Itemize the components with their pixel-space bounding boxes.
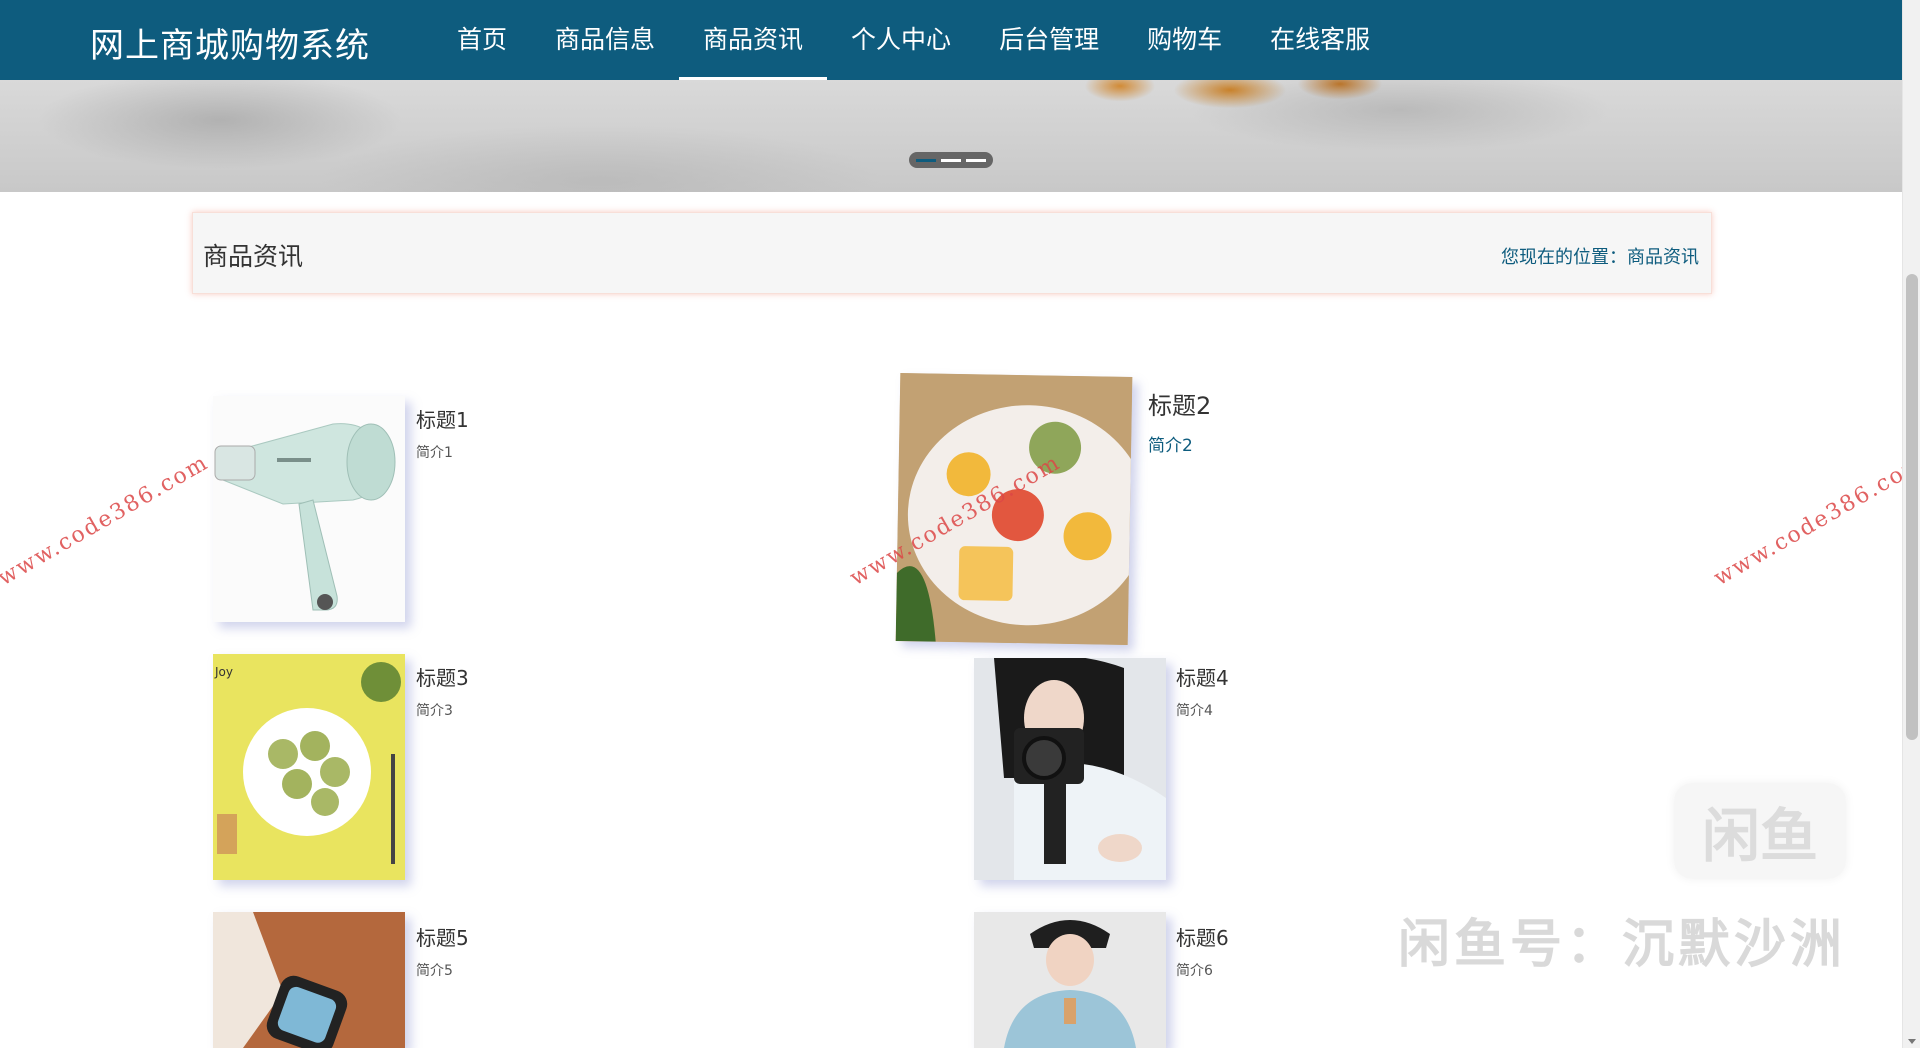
matcha-cookies-image[interactable]: Joy (213, 654, 405, 880)
hair-dryer-graphic (213, 396, 405, 622)
news-summary: 简介1 (416, 445, 453, 461)
news-summary: 简介5 (416, 963, 453, 979)
news-title[interactable]: 标题5 (416, 922, 469, 951)
scroll-down-arrow-icon[interactable] (1908, 1039, 1916, 1044)
news-title[interactable]: 标题3 (416, 662, 469, 691)
news-summary: 简介2 (1148, 436, 1193, 456)
news-summary: 简介4 (1176, 703, 1213, 719)
watermark-text: www.code386.com (1709, 449, 1902, 592)
vertical-scrollbar[interactable] (1902, 0, 1920, 1048)
camera-graphic (974, 658, 1166, 880)
news-title[interactable]: 标题1 (416, 404, 469, 433)
matcha-graphic: Joy (213, 654, 405, 880)
hoodie-graphic (974, 912, 1166, 1048)
news-title[interactable]: 标题2 (1148, 386, 1211, 421)
page-title: 商品资讯 (203, 242, 304, 271)
carousel-indicators (909, 152, 993, 168)
banner-carousel (0, 80, 1902, 192)
scrollbar-thumb[interactable] (1906, 274, 1918, 740)
top-navbar: 网上商城购物系统 首页 商品信息 商品资讯 个人中心 后台管理 购物车 在线客服 (0, 0, 1902, 80)
news-summary: 简介3 (416, 703, 453, 719)
mooncake-plate-image[interactable] (895, 372, 1133, 646)
svg-text:Joy: Joy (214, 665, 233, 679)
news-summary: 简介6 (1176, 963, 1213, 979)
nav-news[interactable]: 商品资讯 (679, 0, 828, 80)
page-viewport: 网上商城购物系统 首页 商品信息 商品资讯 个人中心 后台管理 购物车 在线客服… (0, 0, 1902, 1048)
site-brand[interactable]: 网上商城购物系统 (90, 18, 370, 67)
smartwatch-image[interactable] (213, 912, 405, 1048)
watermark-text: 闲鱼号：沉默沙洲 (1398, 915, 1847, 975)
nav-admin[interactable]: 后台管理 (975, 0, 1123, 80)
carousel-dot-1[interactable] (916, 158, 936, 162)
carousel-dot-3[interactable] (966, 158, 986, 162)
news-title[interactable]: 标题6 (1176, 922, 1229, 951)
watermark-text: www.code386.com (0, 449, 214, 592)
news-title[interactable]: 标题4 (1176, 662, 1229, 691)
camera-vlog-image[interactable] (974, 658, 1166, 880)
nav-support[interactable]: 在线客服 (1246, 0, 1394, 80)
hoodie-model-image[interactable] (974, 912, 1166, 1048)
nav-cart[interactable]: 购物车 (1123, 0, 1246, 80)
smartwatch-graphic (213, 912, 405, 1048)
main-nav: 首页 商品信息 商品资讯 个人中心 后台管理 购物车 在线客服 (433, 0, 1394, 80)
carousel-dot-2[interactable] (941, 158, 961, 162)
nav-profile[interactable]: 个人中心 (827, 0, 975, 80)
nav-home[interactable]: 首页 (433, 0, 531, 80)
nav-products[interactable]: 商品信息 (531, 0, 679, 80)
breadcrumb-bar: 商品资讯 您现在的位置：商品资讯 (192, 212, 1712, 294)
logo-watermark: 闲鱼 (1674, 783, 1846, 879)
mooncake-graphic (895, 372, 1133, 646)
banner-image (1060, 80, 1400, 112)
breadcrumb[interactable]: 您现在的位置：商品资讯 (1501, 243, 1699, 269)
hair-dryer-image[interactable] (213, 396, 405, 622)
